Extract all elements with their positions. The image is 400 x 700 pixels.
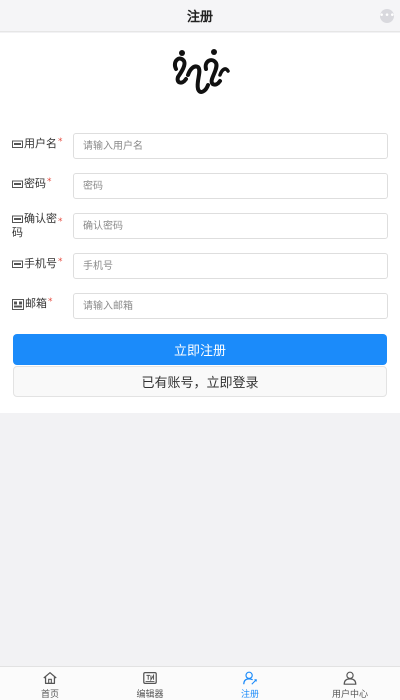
- email-label: 邮箱 *: [12, 297, 74, 311]
- top-navbar: 注册 •••: [0, 0, 400, 32]
- login-link-button[interactable]: 已有账号，立即登录: [13, 366, 387, 397]
- register-button[interactable]: 立即注册: [13, 334, 387, 365]
- page-title: 注册: [186, 10, 213, 25]
- menu-dot-icon[interactable]: •••: [379, 9, 395, 23]
- phone-icon: [12, 260, 23, 268]
- app-logo: [173, 49, 230, 94]
- password-row: 密码 *: [12, 173, 388, 199]
- bottom-tabbar: 首页 编辑器 注册 用户中心: [0, 666, 400, 700]
- tab-editor[interactable]: 编辑器: [100, 667, 200, 700]
- phone-row: 手机号 *: [12, 253, 388, 279]
- email-input[interactable]: [73, 293, 388, 319]
- phone-input[interactable]: [73, 253, 388, 279]
- confirm-password-label: 确认密码 *: [12, 212, 63, 239]
- register-icon: [243, 671, 257, 685]
- home-icon: [43, 672, 57, 684]
- tab-home[interactable]: 首页: [0, 667, 100, 700]
- tab-user-center[interactable]: 用户中心: [300, 667, 400, 700]
- email-row: 邮箱 *: [12, 293, 388, 319]
- editor-icon: [143, 672, 157, 684]
- username-row: 用户名 *: [12, 133, 388, 159]
- password-label: 密码 *: [12, 177, 74, 191]
- phone-label: 手机号 *: [12, 257, 74, 271]
- tab-register[interactable]: 注册: [200, 667, 300, 700]
- lock-icon: [12, 180, 23, 188]
- password-input[interactable]: [73, 173, 388, 199]
- confirm-password-input[interactable]: [73, 213, 388, 239]
- confirm-password-row: 确认密码 *: [12, 212, 388, 239]
- email-icon: [12, 299, 24, 310]
- username-label: 用户名 *: [12, 137, 74, 151]
- lock-icon: [12, 215, 23, 223]
- user-center-icon: [343, 671, 357, 685]
- username-input[interactable]: [73, 133, 388, 159]
- user-icon: [12, 140, 23, 148]
